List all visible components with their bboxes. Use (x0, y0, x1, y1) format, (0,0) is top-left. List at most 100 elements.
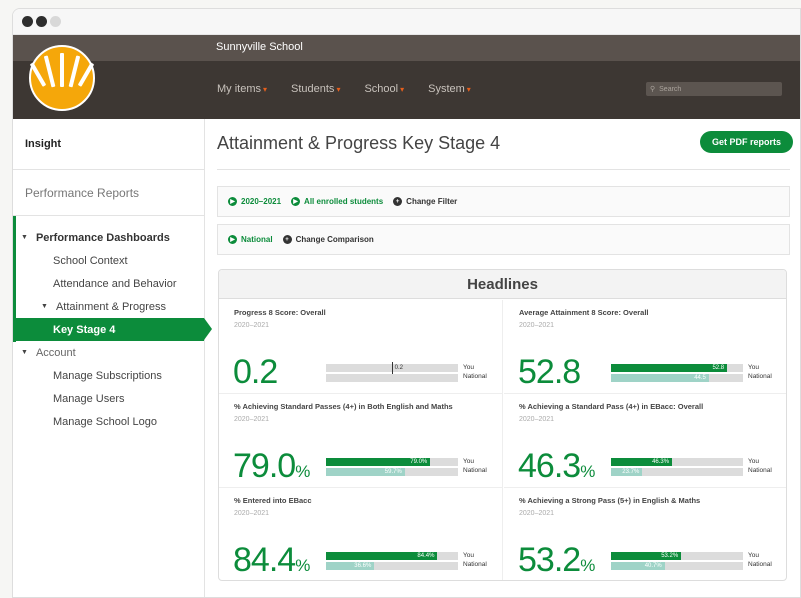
headline-card: Average Attainment 8 Score: Overall 2020… (504, 300, 786, 394)
filter-bar: ▶ 2020–2021 ▶ All enrolled students + Chang… (217, 186, 790, 217)
national-bar-label: 40.7% (644, 563, 662, 569)
national-bar-fill: 59.7% (326, 468, 405, 476)
play-circle-icon: ▶ (291, 197, 301, 206)
you-bar-fill: 79.0% (326, 458, 431, 466)
tree-attendance-behavior[interactable]: Attendance and Behavior (13, 272, 204, 295)
headline-value: 53.2% (518, 541, 596, 579)
change-filter-button[interactable]: + Change Filter (393, 197, 457, 206)
main-nav: My items ▾ Students ▾ School ▾ System ▾ (217, 83, 495, 95)
nav-students[interactable]: Students ▾ (291, 83, 340, 95)
headline-card: % Achieving Standard Passes (4+) in Both… (219, 394, 503, 488)
legend-you: You (463, 552, 474, 559)
tree-manage-users[interactable]: Manage Users (13, 387, 204, 410)
tree-attainment-progress[interactable]: ▼ Attainment & Progress (13, 295, 204, 318)
comparison-national-chip[interactable]: ▶ National (228, 235, 273, 244)
tree-account[interactable]: ▼ Account (13, 341, 204, 364)
headline-label: Average Attainment 8 Score: Overall (519, 308, 649, 317)
caret-down-icon: ▾ (466, 84, 471, 94)
headline-label: Progress 8 Score: Overall (234, 308, 326, 317)
headline-value: 79.0% (233, 447, 311, 485)
bar-legend: You National (463, 457, 487, 475)
national-bar: 44.5 (611, 374, 743, 382)
comparison-bars: 53.2% 40.7% (611, 552, 743, 572)
search-icon: ⚲ (650, 86, 656, 93)
school-logo[interactable] (29, 45, 95, 111)
national-bar: 23.7% (611, 468, 743, 476)
window-maximize-dot[interactable] (50, 16, 61, 27)
tree-manage-subscriptions[interactable]: Manage Subscriptions (13, 364, 204, 387)
nav-system[interactable]: System ▾ (428, 83, 471, 95)
window-close-dot[interactable] (22, 16, 33, 27)
comparison-bar: ▶ National + Change Comparison (217, 224, 790, 255)
title-bar (13, 9, 800, 35)
you-bar-fill: 46.3% (611, 458, 673, 466)
legend-you: You (748, 458, 759, 465)
national-bar-label: 44.5 (694, 375, 706, 381)
triangle-down-icon: ▼ (41, 303, 48, 310)
sidebar-insight[interactable]: Insight (13, 119, 204, 170)
comparison-bars: 46.3% 23.7% (611, 458, 743, 478)
header-top-bar: Sunnyville School (13, 35, 800, 61)
tree-school-context[interactable]: School Context (13, 249, 204, 272)
headline-period: 2020–2021 (519, 322, 555, 329)
search-input[interactable]: ⚲ Search (646, 82, 782, 96)
legend-you: You (463, 458, 474, 465)
you-bar-fill: 84.4% (326, 552, 438, 560)
national-bar-label: 23.7% (622, 469, 640, 475)
tree-key-stage-4[interactable]: Key Stage 4 (13, 318, 212, 341)
page-title: Attainment & Progress Key Stage 4 (217, 133, 501, 153)
legend-national: National (463, 561, 487, 568)
you-bar-label: 53.2% (661, 553, 679, 559)
divider (217, 169, 790, 170)
you-bar: 79.0% (326, 458, 458, 466)
headline-period: 2020–2021 (234, 322, 270, 329)
nav-school[interactable]: School ▾ (364, 83, 404, 95)
caret-down-icon: ▾ (336, 84, 341, 94)
headline-label: % Achieving a Standard Pass (4+) in EBac… (519, 402, 704, 411)
window-minimize-dot[interactable] (36, 16, 47, 27)
you-bar: 46.3% (611, 458, 743, 466)
national-bar-fill: 44.5 (611, 374, 709, 382)
headline-label: % Entered into EBacc (234, 496, 312, 505)
play-circle-icon: ▶ (228, 235, 237, 244)
play-circle-icon: ▶ (228, 197, 237, 206)
headline-period: 2020–2021 (234, 510, 270, 517)
headline-card: % Achieving a Standard Pass (4+) in EBac… (504, 394, 786, 488)
you-bar: 53.2% (611, 552, 743, 560)
change-comparison-button[interactable]: + Change Comparison (282, 235, 374, 244)
you-bar-label: 52.8 (712, 365, 725, 371)
sidebar-performance-reports[interactable]: Performance Reports (13, 170, 204, 216)
headline-card: % Entered into EBacc 2020–2021 84.4% 84.… (219, 488, 503, 580)
you-bar-label: 84.4% (417, 553, 435, 559)
bar-legend: You National (748, 551, 772, 569)
comparison-bars: 84.4% 36.6% (326, 552, 458, 572)
headline-value: 46.3% (518, 447, 596, 485)
headline-card: Progress 8 Score: Overall 2020–2021 0.2 … (219, 300, 503, 394)
bar-legend: You National (463, 363, 487, 381)
plus-circle-icon: + (393, 197, 403, 206)
caret-down-icon: ▾ (263, 84, 268, 94)
filter-students-chip[interactable]: ▶ All enrolled students (291, 197, 383, 206)
legend-national: National (463, 467, 487, 474)
headline-value: 84.4% (233, 541, 311, 579)
plus-circle-icon: + (282, 235, 292, 244)
legend-national: National (748, 561, 772, 568)
headline-label: % Achieving Standard Passes (4+) in Both… (234, 402, 453, 411)
national-bar-label: 36.6% (354, 563, 372, 569)
tree-manage-school-logo[interactable]: Manage School Logo (13, 410, 204, 433)
headline-period: 2020–2021 (234, 416, 270, 423)
tree-performance-dashboards[interactable]: ▼ Performance Dashboards (13, 226, 204, 249)
headlines-title: Headlines (219, 270, 786, 299)
headline-period: 2020–2021 (519, 510, 555, 517)
headline-card: % Achieving a Strong Pass (5+) in Englis… (504, 488, 786, 580)
comparison-bars: 0.2 (326, 362, 458, 384)
get-pdf-reports-button[interactable]: Get PDF reports (699, 131, 793, 153)
headline-value: 0.2 (233, 353, 278, 391)
national-bar: 59.7% (326, 468, 458, 476)
triangle-down-icon: ▼ (21, 234, 28, 241)
legend-you: You (463, 364, 474, 371)
legend-national: National (463, 373, 487, 380)
you-bar-fill: 53.2% (611, 552, 682, 560)
filter-year-chip[interactable]: ▶ 2020–2021 (228, 197, 281, 206)
nav-my-items[interactable]: My items ▾ (217, 83, 267, 95)
